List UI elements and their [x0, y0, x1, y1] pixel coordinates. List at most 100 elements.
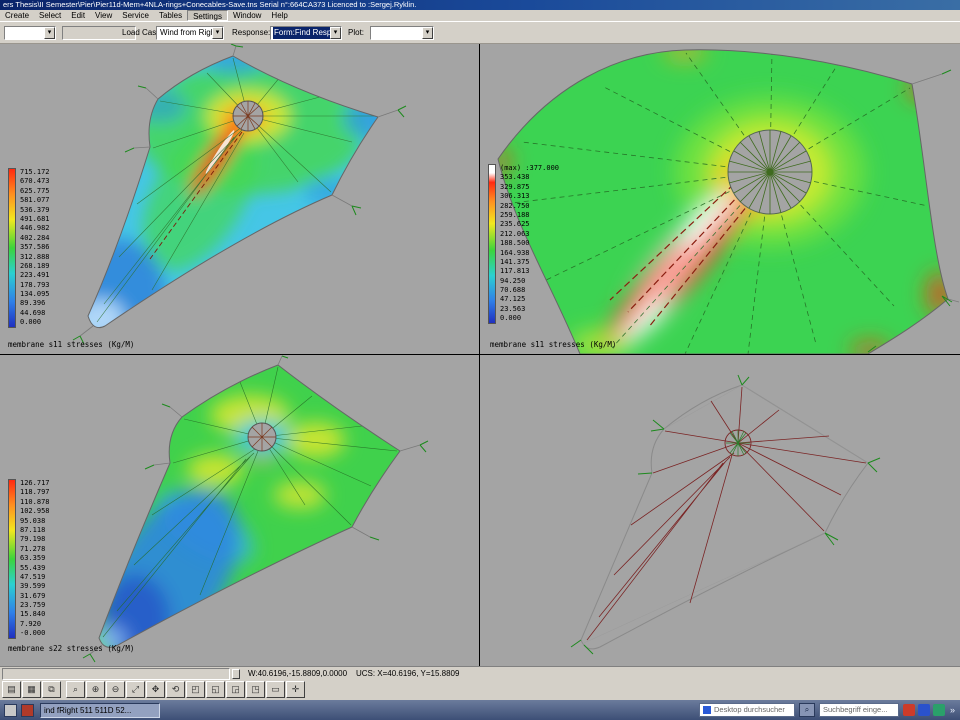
radial-cables — [587, 387, 866, 640]
menu-bar: Create Select Edit View Service Tables S… — [0, 10, 960, 21]
legend-value: 126.717 — [20, 479, 50, 488]
fit-view-icon[interactable]: ▭ — [266, 681, 285, 698]
view-iso-icon[interactable]: ◳ — [246, 681, 265, 698]
legend-value: 306.313 — [500, 192, 559, 201]
quick-combo[interactable] — [4, 26, 56, 40]
plot-caption: membrane s11 stresses (Kg/M) — [490, 340, 616, 349]
legend-value: 141.375 — [500, 258, 559, 267]
wireframe-plot[interactable] — [480, 355, 960, 666]
legend-value: 134.095 — [20, 290, 50, 299]
legend-value: 282.750 — [500, 202, 559, 211]
stress-legend: 126.717118.797110.878102.95895.03887.118… — [8, 479, 50, 639]
viewport-grid: 715.172670.473625.775581.077536.379491.6… — [0, 44, 960, 666]
menu-view[interactable]: View — [90, 10, 117, 21]
legend-value: 70.688 — [500, 286, 559, 295]
legend-value: 178.793 — [20, 281, 50, 290]
chevron-down-icon[interactable] — [44, 27, 55, 39]
plot-caption: membrane s22 stresses (Kg/M) — [8, 644, 134, 653]
rotate-view-icon[interactable]: ⟲ — [166, 681, 185, 698]
chevron-down-icon[interactable] — [212, 27, 223, 39]
status-bar: W:40.6196,-15.8809,0.0000 UCS: X=40.6196… — [0, 666, 960, 680]
legend-value: 23.759 — [20, 601, 50, 610]
view-top-icon[interactable]: ◲ — [226, 681, 245, 698]
main-toolbar: Load Case: Wind from Right Response: For… — [0, 21, 960, 44]
task-button[interactable]: ind fRight 511 511D 52... — [40, 703, 160, 718]
view-side-icon[interactable]: ◱ — [206, 681, 225, 698]
menu-window[interactable]: Window — [228, 10, 266, 21]
viewport-bottom-left: 126.717118.797110.878102.95895.03887.118… — [0, 355, 479, 666]
zoom-icon[interactable]: ⌕ — [66, 681, 85, 698]
search-placeholder: Suchbegriff einge... — [823, 704, 888, 716]
membrane-surface — [0, 355, 479, 666]
viewport-bottom-right — [480, 355, 960, 666]
response-label: Response: — [232, 26, 270, 40]
legend-value: 110.878 — [20, 498, 50, 507]
search-icon[interactable]: ⌕ — [799, 703, 815, 717]
view-front-icon[interactable]: ◰ — [186, 681, 205, 698]
taskbar: ind fRight 511 511D 52... Desktop durchs… — [0, 700, 960, 720]
legend-value: 536.379 — [20, 206, 50, 215]
crosshair-icon[interactable]: ✛ — [286, 681, 305, 698]
plot-combo[interactable] — [370, 26, 434, 40]
chevron-down-icon[interactable] — [422, 27, 433, 39]
color-scale — [488, 164, 496, 324]
legend-value: 7.920 — [20, 620, 50, 629]
field-resize-handle[interactable] — [232, 669, 240, 679]
menu-tables[interactable]: Tables — [154, 10, 187, 21]
windows-layout-icon[interactable]: ⧉ — [42, 681, 61, 698]
plot-caption: membrane s11 stresses (Kg/M) — [8, 340, 134, 349]
title-bar: ers Thesis\II Semester\Pier\Pier11d-Mem+… — [0, 0, 960, 10]
legend-value: 94.250 — [500, 277, 559, 286]
grid-icon[interactable]: ▦ — [22, 681, 41, 698]
quick-launch-icon[interactable] — [21, 704, 34, 717]
legend-max-value: (max) :377.000 — [500, 164, 559, 173]
legend-value: 87.118 — [20, 526, 50, 535]
viewport-top-left: 715.172670.473625.775581.077536.379491.6… — [0, 44, 479, 354]
tray-icon-red[interactable] — [903, 704, 915, 716]
search-term-input[interactable]: Suchbegriff einge... — [819, 703, 899, 717]
table-icon[interactable]: ▤ — [2, 681, 21, 698]
legend-value: 212.063 — [500, 230, 559, 239]
legend-value: 0.000 — [20, 318, 50, 327]
menu-help[interactable]: Help — [266, 10, 292, 21]
zoom-extents-icon[interactable]: ⤢ — [126, 681, 145, 698]
legend-value: 44.698 — [20, 309, 50, 318]
tray-icon-green[interactable] — [933, 704, 945, 716]
menu-create[interactable]: Create — [0, 10, 34, 21]
legend-value: 402.284 — [20, 234, 50, 243]
legend-value: 312.888 — [20, 253, 50, 262]
legend-value: 117.813 — [500, 267, 559, 276]
tool-icon-bar: ▤▦⧉ ⌕⊕⊖⤢✥⟲◰◱◲◳▭✛ — [0, 680, 960, 700]
membrane-plot-s11-overview[interactable] — [0, 44, 479, 354]
load-case-combo[interactable]: Wind from Right — [156, 26, 224, 40]
menu-select[interactable]: Select — [34, 10, 66, 21]
color-scale — [8, 479, 16, 639]
color-scale — [8, 168, 16, 328]
menu-service[interactable]: Service — [117, 10, 154, 21]
anchor-marks — [571, 375, 880, 654]
membrane-plot-s22-overview[interactable] — [0, 355, 479, 666]
legend-value: 357.586 — [20, 243, 50, 252]
stress-legend: 715.172670.473625.775581.077536.379491.6… — [8, 168, 50, 328]
legend-value: 670.473 — [20, 177, 50, 186]
response-combo[interactable]: Form:Find Respon — [270, 26, 342, 40]
desktop-search-label: Desktop durchsucher — [714, 704, 785, 716]
menu-settings[interactable]: Settings — [187, 10, 228, 21]
menu-edit[interactable]: Edit — [66, 10, 90, 21]
legend-value: 102.958 — [20, 507, 50, 516]
desktop-search-input[interactable]: Desktop durchsucher — [699, 703, 795, 717]
zoom-in-icon[interactable]: ⊕ — [86, 681, 105, 698]
legend-value: 164.938 — [500, 249, 559, 258]
zoom-out-icon[interactable]: ⊖ — [106, 681, 125, 698]
chevron-down-icon[interactable] — [330, 27, 341, 39]
legend-value: 446.982 — [20, 224, 50, 233]
tray-expand-chevron[interactable]: » — [950, 705, 955, 715]
pan-icon[interactable]: ✥ — [146, 681, 165, 698]
tray-icon-blue[interactable] — [918, 704, 930, 716]
world-coords: W:40.6196,-15.8809,0.0000 — [248, 669, 347, 678]
ucs-coords: UCS: X=40.6196, Y=15.8809 — [356, 669, 460, 678]
legend-value: -0.000 — [20, 629, 50, 638]
plot-label: Plot: — [348, 26, 364, 40]
quick-launch-icon[interactable] — [4, 704, 17, 717]
command-input[interactable] — [2, 668, 230, 680]
